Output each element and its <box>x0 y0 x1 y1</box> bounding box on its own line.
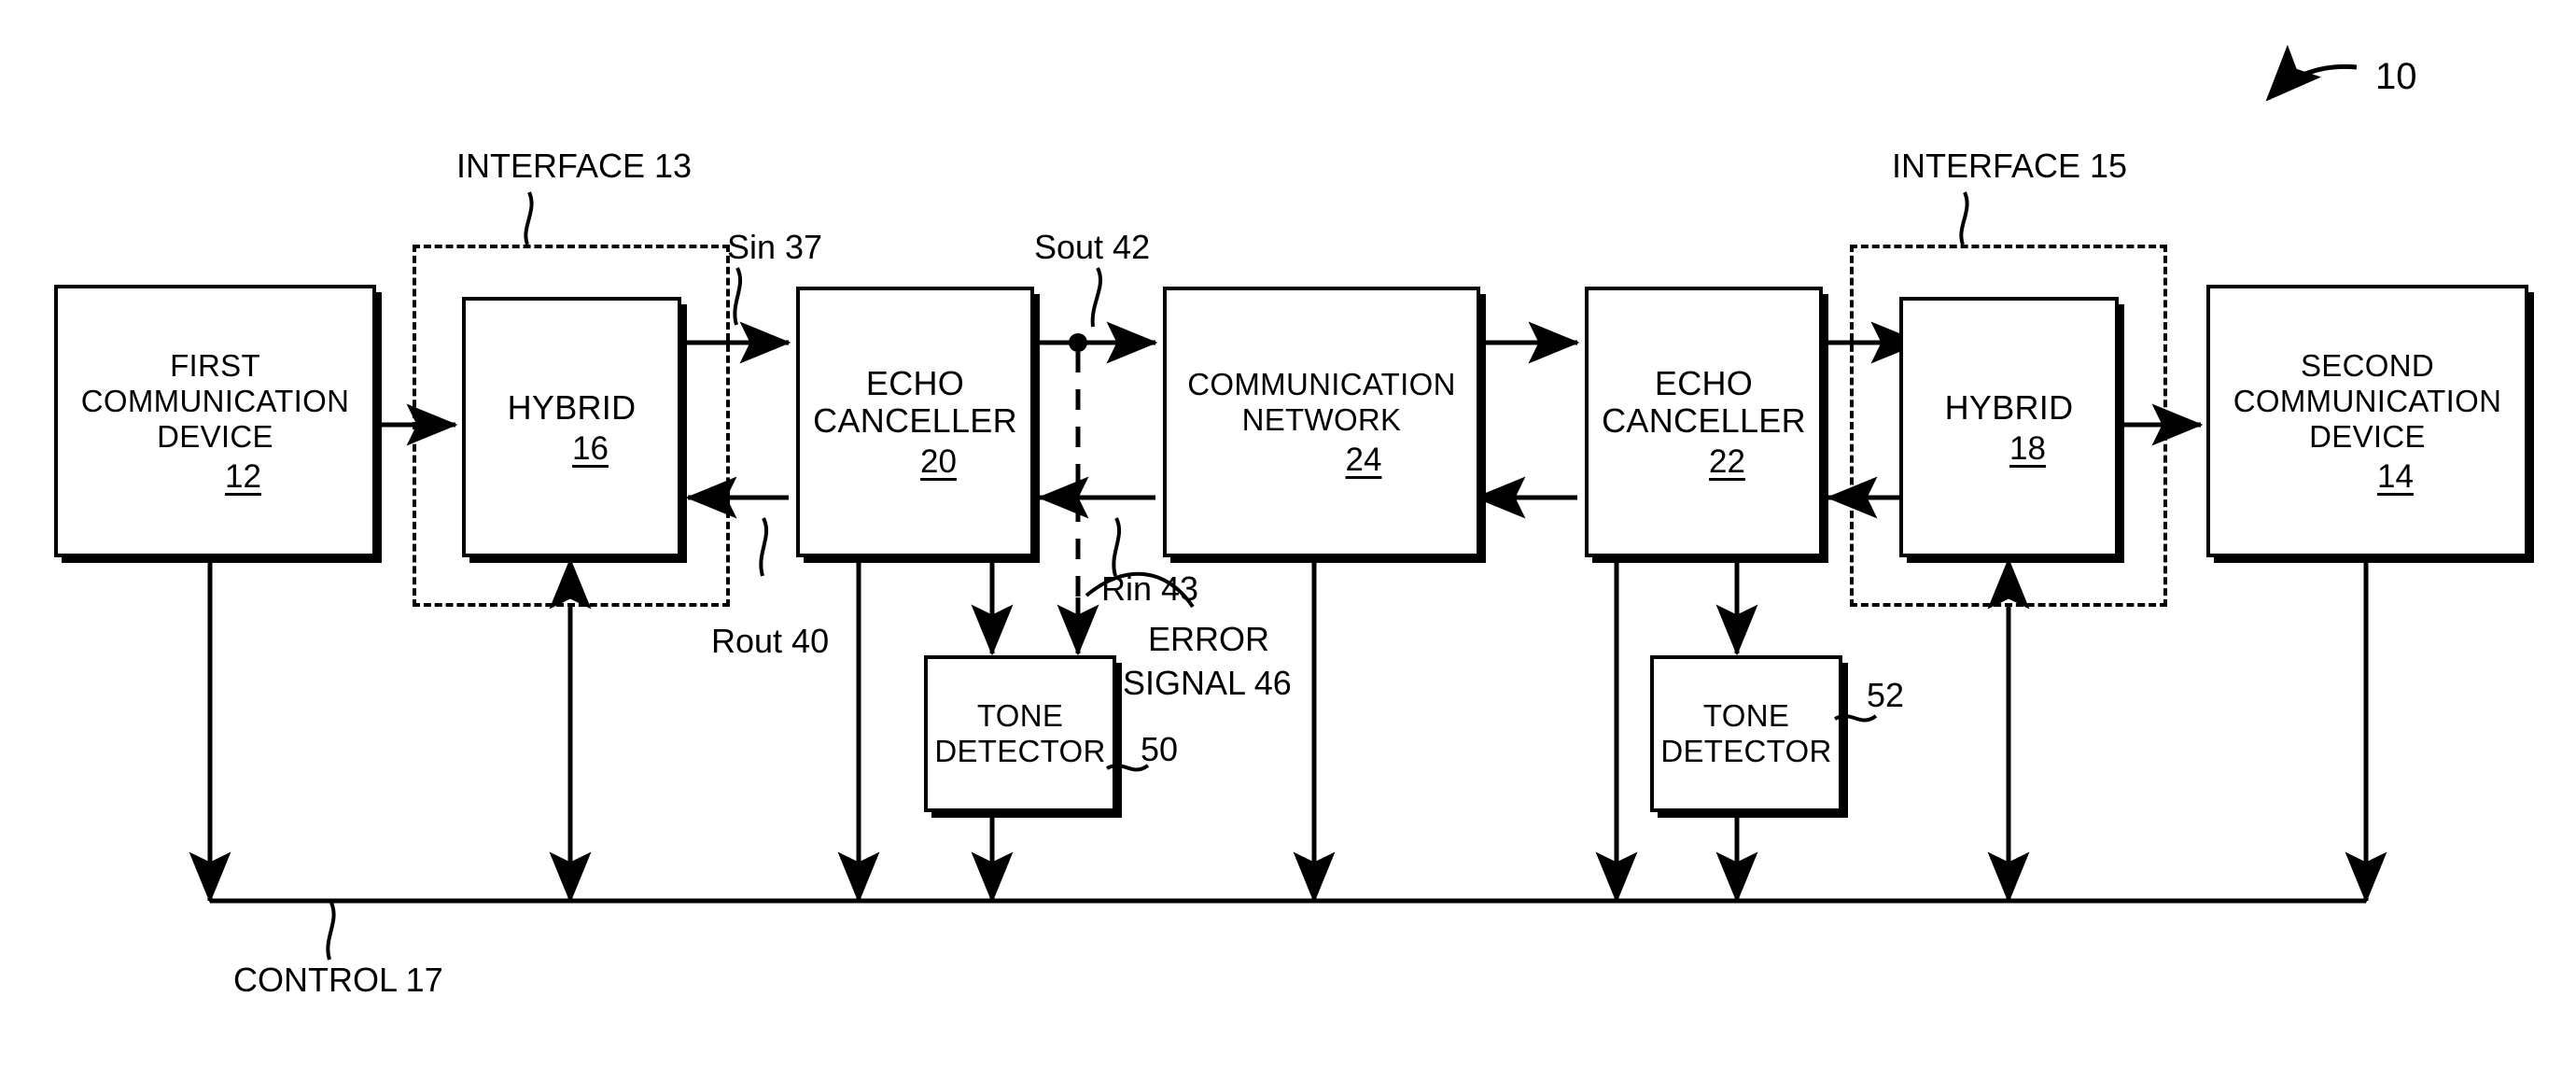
control-17-leader <box>326 902 336 961</box>
interface-13-leader <box>524 191 534 246</box>
tone-detector-52-leader <box>1834 714 1878 723</box>
interface-15-leader <box>1959 191 1969 246</box>
figure-ref-arrow <box>2265 44 2358 102</box>
leader-lines-layer <box>326 44 2358 961</box>
rout-40-leader <box>759 517 769 577</box>
error-signal-46-leader <box>1085 571 1195 609</box>
rin-43-leader <box>1112 517 1122 577</box>
sout-42-leader <box>1090 267 1103 328</box>
patent-figure: FIRST COMMUNICATION DEVICE 12 HYBRID 16 … <box>0 0 2576 1067</box>
tone-detector-50-leader <box>1106 764 1150 772</box>
sin-37-leader <box>733 267 743 326</box>
